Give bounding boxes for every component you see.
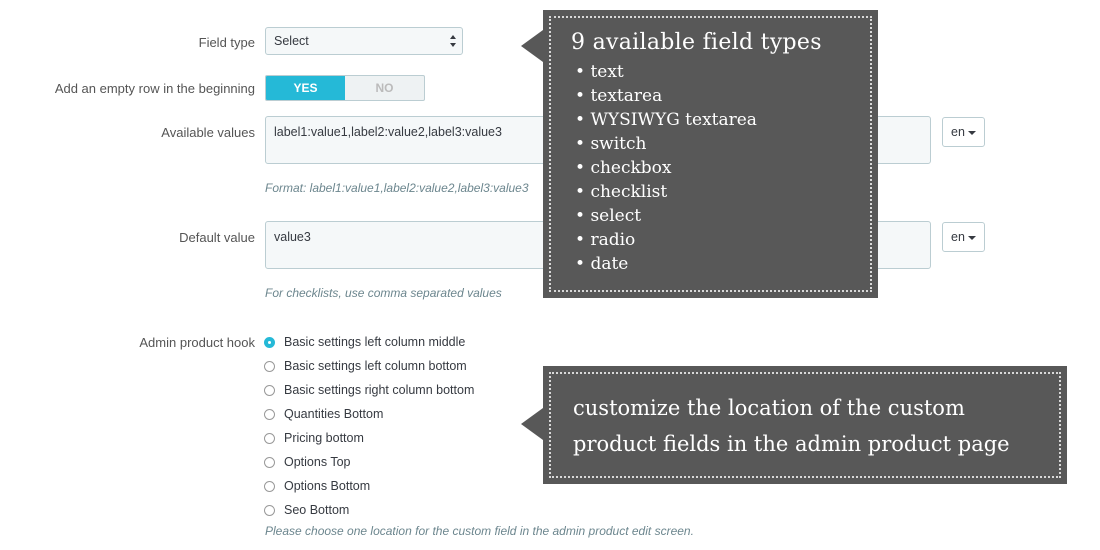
callout-title: 9 available field types <box>571 30 822 55</box>
default-value-help: For checklists, use comma separated valu… <box>265 286 502 300</box>
radio-label: Pricing bottom <box>284 431 364 445</box>
radio-button[interactable] <box>264 480 275 492</box>
radio-option[interactable]: Options Top <box>264 453 350 471</box>
empty-row-label: Add an empty row in the beginning <box>54 81 255 96</box>
radio-option[interactable]: Options Bottom <box>264 477 370 495</box>
radio-label: Basic settings left column bottom <box>284 359 467 373</box>
list-item: date <box>575 252 757 276</box>
caret-down-icon <box>967 235 976 240</box>
list-item: textarea <box>575 84 757 108</box>
default-value-label: Default value <box>179 230 255 245</box>
list-item: select <box>575 204 757 228</box>
field-types-callout: 9 available field types text textarea WY… <box>521 10 878 298</box>
admin-hook-label: Admin product hook <box>139 335 255 350</box>
radio-label: Quantities Bottom <box>284 407 384 421</box>
radio-option[interactable]: Pricing bottom <box>264 429 364 447</box>
field-type-label: Field type <box>198 35 255 50</box>
select-arrows-icon <box>450 35 456 47</box>
list-item: checkbox <box>575 156 757 180</box>
callout-pointer <box>521 408 543 440</box>
list-item: switch <box>575 132 757 156</box>
list-item: text <box>575 60 757 84</box>
field-type-value: Select <box>274 34 309 48</box>
available-values-label: Available values <box>161 125 255 140</box>
list-item: radio <box>575 228 757 252</box>
list-item: WYSIWYG textarea <box>575 108 757 132</box>
radio-button[interactable] <box>264 504 275 516</box>
available-values-lang-dropdown[interactable]: en <box>942 117 985 147</box>
lang-code: en <box>951 230 965 244</box>
callout-text: customize the location of the custom pro… <box>573 396 1010 456</box>
switch-no-option[interactable]: NO <box>345 76 424 100</box>
switch-yes-option[interactable]: YES <box>266 76 345 100</box>
field-type-select[interactable]: Select <box>265 27 463 55</box>
radio-label: Options Bottom <box>284 479 371 493</box>
field-types-list: text textarea WYSIWYG textarea switch ch… <box>575 60 757 276</box>
radio-option[interactable]: Basic settings left column bottom <box>264 357 467 375</box>
list-item: checklist <box>575 180 757 204</box>
radio-option[interactable]: Basic settings right column bottom <box>264 381 474 399</box>
callout-pointer <box>521 30 543 62</box>
default-value-lang-dropdown[interactable]: en <box>942 222 985 252</box>
radio-option[interactable]: Seo Bottom <box>264 501 349 519</box>
admin-hook-help: Please choose one location for the custo… <box>265 524 694 538</box>
radio-button[interactable] <box>264 432 275 444</box>
lang-code: en <box>951 125 965 139</box>
available-values-help: Format: label1:value1,label2:value2,labe… <box>265 181 529 195</box>
caret-down-icon <box>967 130 976 135</box>
radio-button[interactable] <box>264 360 275 372</box>
radio-option[interactable]: Basic settings left column middle <box>264 333 465 351</box>
radio-button-checked[interactable] <box>264 336 275 348</box>
radio-label: Basic settings left column middle <box>284 335 466 349</box>
empty-row-switch[interactable]: YES NO <box>265 75 425 101</box>
radio-label: Seo Bottom <box>284 503 350 517</box>
radio-button[interactable] <box>264 456 275 468</box>
radio-label: Basic settings right column bottom <box>284 383 475 397</box>
radio-button[interactable] <box>264 384 275 396</box>
radio-label: Options Top <box>284 455 351 469</box>
location-callout: customize the location of the custom pro… <box>521 366 1067 484</box>
radio-button[interactable] <box>264 408 275 420</box>
radio-option[interactable]: Quantities Bottom <box>264 405 383 423</box>
